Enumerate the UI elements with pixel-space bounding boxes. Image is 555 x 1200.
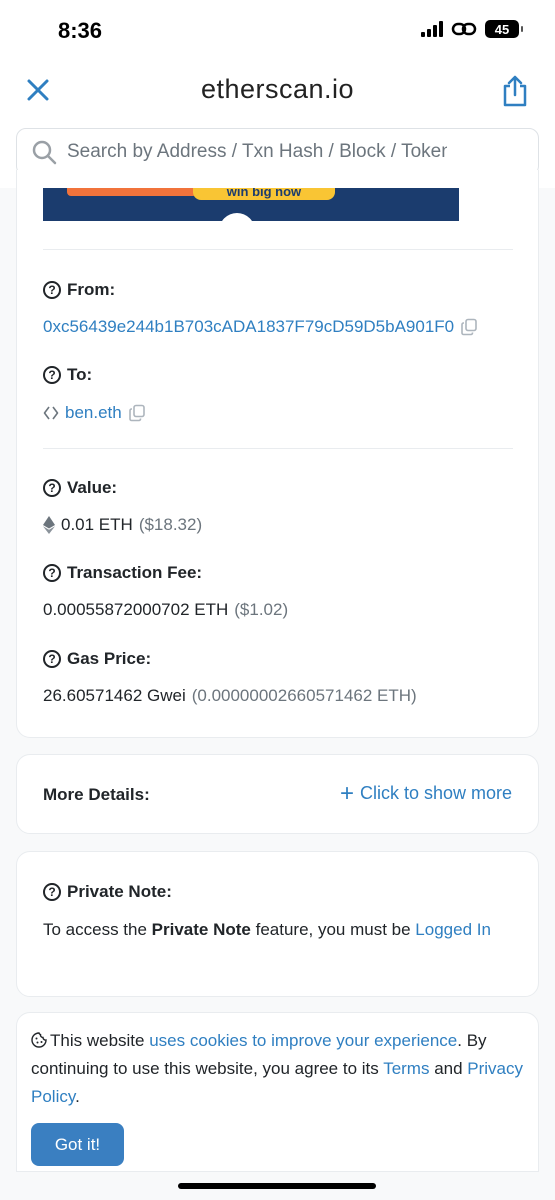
help-icon[interactable]: ? xyxy=(43,281,61,299)
ens-icon xyxy=(43,406,59,420)
help-icon[interactable]: ? xyxy=(43,366,61,384)
status-bar: 8:36 45 xyxy=(0,0,555,62)
login-link[interactable]: Logged In xyxy=(415,920,491,939)
ad-decoration-circle xyxy=(219,213,255,221)
to-value: ben.eth xyxy=(43,403,146,423)
copy-icon[interactable] xyxy=(460,318,478,336)
battery-icon: 45 xyxy=(485,20,523,38)
more-details-card: More Details: + Click to show more xyxy=(16,754,539,834)
personal-hotspot-icon xyxy=(451,22,477,36)
got-it-button[interactable]: Got it! xyxy=(31,1123,124,1166)
gas-price-label: ? Gas Price: xyxy=(43,649,151,669)
search-bar[interactable] xyxy=(16,128,539,176)
help-icon[interactable]: ? xyxy=(43,650,61,668)
divider xyxy=(43,448,513,449)
search-input[interactable] xyxy=(67,141,447,163)
divider xyxy=(43,249,513,250)
help-icon[interactable]: ? xyxy=(43,479,61,497)
more-details-label: More Details: xyxy=(43,785,150,804)
cookie-icon xyxy=(31,1032,47,1048)
status-time: 8:36 xyxy=(58,18,103,43)
transaction-details-card: win big now ? From: 0xc56439e244b1B703cA… xyxy=(16,170,539,738)
share-icon[interactable] xyxy=(501,74,529,108)
plus-icon: + xyxy=(339,779,354,807)
cookie-text: This website uses cookies to improve you… xyxy=(31,1031,524,1106)
site-title: etherscan.io xyxy=(200,74,355,104)
gas-price-amount: 26.60571462 Gwei (0.00000002660571462 ET… xyxy=(43,686,417,705)
home-indicator[interactable] xyxy=(178,1183,376,1189)
ad-decoration xyxy=(67,188,197,196)
from-address-link[interactable]: 0xc56439e244b1B703cADA1837F79cD59D5bA901… xyxy=(43,317,454,337)
terms-link[interactable]: Terms xyxy=(383,1059,429,1078)
to-label: ? To: xyxy=(43,365,92,385)
status-icons: 45 xyxy=(421,20,523,38)
ethereum-icon xyxy=(43,516,55,534)
value-amount: 0.01 ETH ($18.32) xyxy=(43,515,202,535)
value-label: ? Value: xyxy=(43,478,117,498)
fee-label: ? Transaction Fee: xyxy=(43,563,202,583)
private-note-text: To access the Private Note feature, you … xyxy=(43,920,491,939)
browser-toolbar: etherscan.io xyxy=(0,62,555,122)
private-note-card: ? Private Note: To access the Private No… xyxy=(16,851,539,997)
from-label: ? From: xyxy=(43,280,115,300)
signal-icon xyxy=(421,21,443,37)
from-value: 0xc56439e244b1B703cADA1837F79cD59D5bA901… xyxy=(43,317,478,337)
to-name-link[interactable]: ben.eth xyxy=(65,403,122,423)
help-icon[interactable]: ? xyxy=(43,564,61,582)
ad-banner[interactable]: win big now xyxy=(43,188,459,221)
cookie-banner: This website uses cookies to improve you… xyxy=(16,1012,539,1172)
private-note-label: ? Private Note: xyxy=(43,882,172,902)
help-icon[interactable]: ? xyxy=(43,883,61,901)
copy-icon[interactable] xyxy=(128,404,146,422)
show-more-button[interactable]: + Click to show more xyxy=(339,779,512,807)
fee-amount: 0.00055872000702 ETH ($1.02) xyxy=(43,600,289,619)
search-icon xyxy=(32,140,57,165)
cookies-link[interactable]: uses cookies to improve your experience xyxy=(149,1031,457,1050)
ad-cta: win big now xyxy=(193,188,335,200)
